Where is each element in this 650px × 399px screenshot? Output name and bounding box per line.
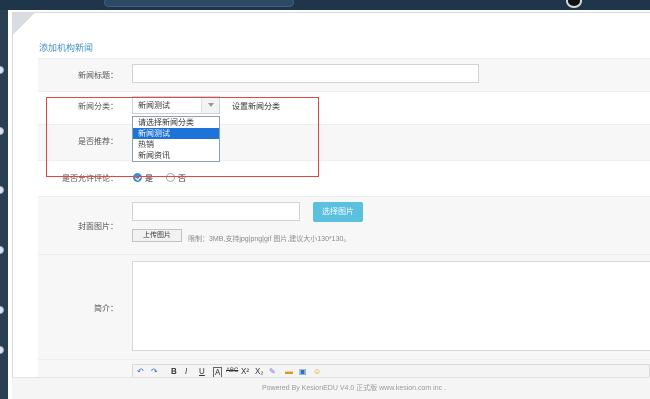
dropdown-option[interactable]: 热销 xyxy=(133,139,219,150)
page-title: 添加机构新闻 xyxy=(39,43,94,53)
rail-toggle-icon[interactable] xyxy=(0,306,4,314)
cover-label: 封面图片： xyxy=(78,222,118,231)
upload-image-button[interactable]: 上传图片 xyxy=(132,229,182,242)
form-row-recommend xyxy=(38,124,650,160)
allow-comment-label: 是否允许评论： xyxy=(62,174,118,183)
allow-comment-no-radio[interactable] xyxy=(166,173,175,182)
footer-text: Powered By KesionEDU V4.0 正式版 www.kesion… xyxy=(262,385,447,392)
news-category-select[interactable]: 新闻测试 xyxy=(132,96,220,114)
form-row-news-category xyxy=(38,91,650,124)
summary-label: 简介： xyxy=(94,304,118,313)
dropdown-option[interactable]: 请选择新闻分类 xyxy=(133,117,219,128)
news-title-input[interactable] xyxy=(132,64,479,83)
eraser-icon[interactable]: ✎ xyxy=(269,367,276,376)
bold-icon[interactable]: B xyxy=(171,367,177,376)
rail-toggle-icon[interactable] xyxy=(0,246,4,254)
avatar[interactable] xyxy=(566,0,582,8)
recommend-label: 是否推荐： xyxy=(78,137,118,146)
subscript-icon[interactable]: X₂ xyxy=(255,367,263,376)
chevron-down-icon[interactable] xyxy=(201,97,219,113)
superscript-icon[interactable]: X² xyxy=(241,367,249,376)
cover-upload-hint: 限制：3MB,支持jpg|png|gif 图片,建议大小130*130。 xyxy=(188,236,351,243)
rail-toggle-icon[interactable] xyxy=(0,66,4,74)
rail-toggle-icon[interactable] xyxy=(0,127,4,135)
italic-icon[interactable]: I xyxy=(185,367,187,376)
strikethrough-icon[interactable]: ABC xyxy=(226,367,238,376)
dropdown-option-selected[interactable]: 新闻测试 xyxy=(133,128,219,139)
editor-toolbar: ↶ ↷ B I U A ABC X² X₂ ✎ ▬ ▣ ☺ xyxy=(132,364,650,378)
summary-textarea[interactable] xyxy=(132,261,650,351)
allow-comment-no-label: 否 xyxy=(178,174,186,183)
allow-comment-yes-radio[interactable] xyxy=(133,173,142,182)
rail-toggle-icon[interactable] xyxy=(0,346,4,354)
news-category-dropdown: 请选择新闻分类 新闻测试 热销 新闻资讯 xyxy=(132,116,220,162)
allow-comment-yes-label: 是 xyxy=(145,174,153,183)
set-category-link[interactable]: 设置新闻分类 xyxy=(232,101,280,112)
news-category-label: 新闻分类： xyxy=(78,102,118,111)
image-icon[interactable]: ▬ xyxy=(285,367,293,376)
media-icon[interactable]: ▣ xyxy=(299,367,307,376)
rail-toggle-icon[interactable] xyxy=(0,186,4,194)
form-row-allow-comment xyxy=(38,160,650,196)
header-search-pill[interactable] xyxy=(104,0,294,7)
footer: Powered By KesionEDU V4.0 正式版 www.kesion… xyxy=(12,377,650,399)
news-title-label: 新闻标题： xyxy=(78,71,118,80)
redo-icon[interactable]: ↷ xyxy=(151,367,158,376)
top-header-bar xyxy=(0,0,650,10)
cover-image-path-input[interactable] xyxy=(132,202,300,221)
dropdown-option[interactable]: 新闻资讯 xyxy=(133,150,219,161)
emoji-icon[interactable]: ☺ xyxy=(313,367,321,376)
underline-icon[interactable]: U xyxy=(199,367,205,376)
left-rail xyxy=(0,10,8,399)
page-corner xyxy=(12,12,36,36)
news-category-value: 新闻测试 xyxy=(138,101,170,110)
choose-image-button[interactable]: 选择图片 xyxy=(313,202,363,222)
undo-icon[interactable]: ↶ xyxy=(137,367,144,376)
